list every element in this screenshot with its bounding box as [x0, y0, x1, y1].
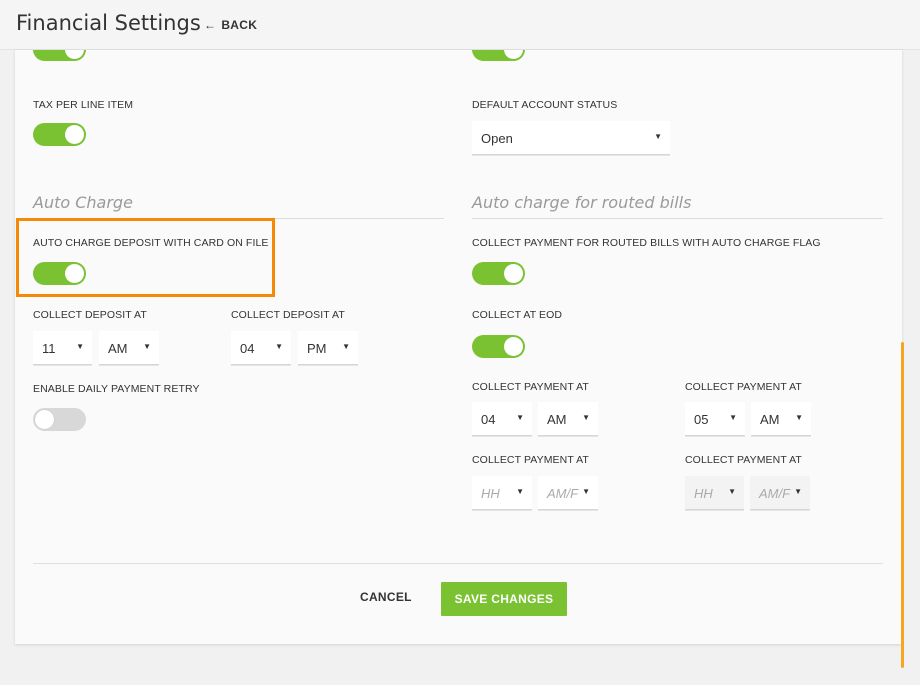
section-divider	[472, 218, 883, 219]
select-placeholder: HH	[481, 486, 500, 501]
collect-deposit-2-label: COLLECT DEPOSIT AT	[231, 309, 345, 321]
collect-routed-bills-label: COLLECT PAYMENT FOR ROUTED BILLS WITH AU…	[472, 237, 821, 249]
collect-payment-3-hour-select[interactable]: HH ▼	[472, 476, 532, 510]
select-value: PM	[307, 341, 327, 356]
select-placeholder: HH	[694, 486, 713, 501]
caret-down-icon: ▼	[728, 487, 736, 496]
collect-payment-1-ampm-select[interactable]: AM ▼	[538, 402, 598, 436]
section-title-routed-bills: Auto charge for routed bills	[472, 193, 692, 212]
collect-deposit-1-hour-select[interactable]: 11 ▼	[33, 331, 92, 365]
select-value: 04	[481, 412, 496, 427]
caret-down-icon: ▼	[516, 413, 524, 422]
caret-down-icon: ▼	[582, 487, 590, 496]
caret-down-icon: ▼	[143, 342, 151, 351]
collect-routed-bills-toggle[interactable]	[472, 262, 525, 285]
collect-payment-1-label: COLLECT PAYMENT AT	[472, 381, 589, 393]
select-value: 05	[694, 412, 709, 427]
toggle-knob	[504, 264, 523, 283]
toggle-knob	[504, 337, 523, 356]
collect-deposit-1-label: COLLECT DEPOSIT AT	[33, 309, 147, 321]
scrollbar[interactable]	[901, 342, 904, 668]
collect-deposit-2-ampm-select[interactable]: PM ▼	[298, 331, 358, 365]
tax-per-line-item-label: TAX PER LINE ITEM	[33, 99, 134, 111]
arrow-left-icon: ←	[204, 18, 217, 32]
page-title: Financial Settings	[16, 11, 201, 35]
tax-per-line-item-toggle[interactable]	[33, 123, 86, 146]
caret-down-icon: ▼	[729, 413, 737, 422]
collect-at-eod-label: COLLECT AT EOD	[472, 309, 563, 321]
highlight-box	[16, 218, 275, 297]
select-value: Open	[481, 131, 513, 146]
collect-payment-1-hour-select[interactable]: 04 ▼	[472, 402, 532, 436]
settings-card: TAX PER LINE ITEM DEFAULT ACCOUNT STATUS…	[15, 50, 902, 644]
collect-payment-2-hour-select[interactable]: 05 ▼	[685, 402, 745, 436]
collect-deposit-2-hour-select[interactable]: 04 ▼	[231, 331, 291, 365]
collect-payment-4-hour-select[interactable]: HH ▼	[685, 476, 744, 510]
caret-down-icon: ▼	[654, 132, 662, 141]
cancel-button[interactable]: CANCEL	[360, 590, 412, 604]
caret-down-icon: ▼	[582, 413, 590, 422]
caret-down-icon: ▼	[794, 487, 802, 496]
caret-down-icon: ▼	[76, 342, 84, 351]
select-value: AM	[108, 341, 128, 356]
back-link[interactable]: ← BACK	[204, 18, 257, 32]
collect-payment-3-ampm-select[interactable]: AM/F ▼	[538, 476, 598, 510]
select-placeholder: AM/F	[759, 486, 791, 501]
collect-deposit-1-ampm-select[interactable]: AM ▼	[99, 331, 159, 365]
daily-retry-label: ENABLE DAILY PAYMENT RETRY	[33, 383, 200, 395]
select-value: AM	[547, 412, 567, 427]
caret-down-icon: ▼	[275, 342, 283, 351]
select-placeholder: AM/F	[547, 486, 579, 501]
select-value: AM	[760, 412, 780, 427]
toggle-scrolled-right[interactable]	[472, 50, 525, 61]
collect-payment-3-label: COLLECT PAYMENT AT	[472, 454, 589, 466]
collect-payment-2-ampm-select[interactable]: AM ▼	[751, 402, 811, 436]
back-label: BACK	[221, 18, 258, 32]
select-value: 04	[240, 341, 255, 356]
section-title-auto-charge: Auto Charge	[33, 193, 133, 212]
toggle-knob	[65, 50, 84, 59]
footer-divider	[33, 563, 883, 564]
collect-at-eod-toggle[interactable]	[472, 335, 525, 358]
caret-down-icon: ▼	[795, 413, 803, 422]
collect-payment-4-ampm-select[interactable]: AM/F ▼	[750, 476, 810, 510]
default-account-status-select[interactable]: Open ▼	[472, 121, 670, 155]
default-account-status-label: DEFAULT ACCOUNT STATUS	[472, 99, 618, 111]
toggle-knob	[35, 410, 54, 429]
caret-down-icon: ▼	[516, 487, 524, 496]
daily-retry-toggle[interactable]	[33, 408, 86, 431]
collect-payment-2-label: COLLECT PAYMENT AT	[685, 381, 802, 393]
collect-payment-4-label: COLLECT PAYMENT AT	[685, 454, 802, 466]
toggle-knob	[65, 125, 84, 144]
caret-down-icon: ▼	[342, 342, 350, 351]
toggle-scrolled-left[interactable]	[33, 50, 86, 61]
select-value: 11	[42, 341, 56, 356]
toggle-knob	[504, 50, 523, 59]
page-header: Financial Settings ← BACK	[0, 0, 920, 50]
save-changes-button[interactable]: SAVE CHANGES	[441, 582, 567, 616]
